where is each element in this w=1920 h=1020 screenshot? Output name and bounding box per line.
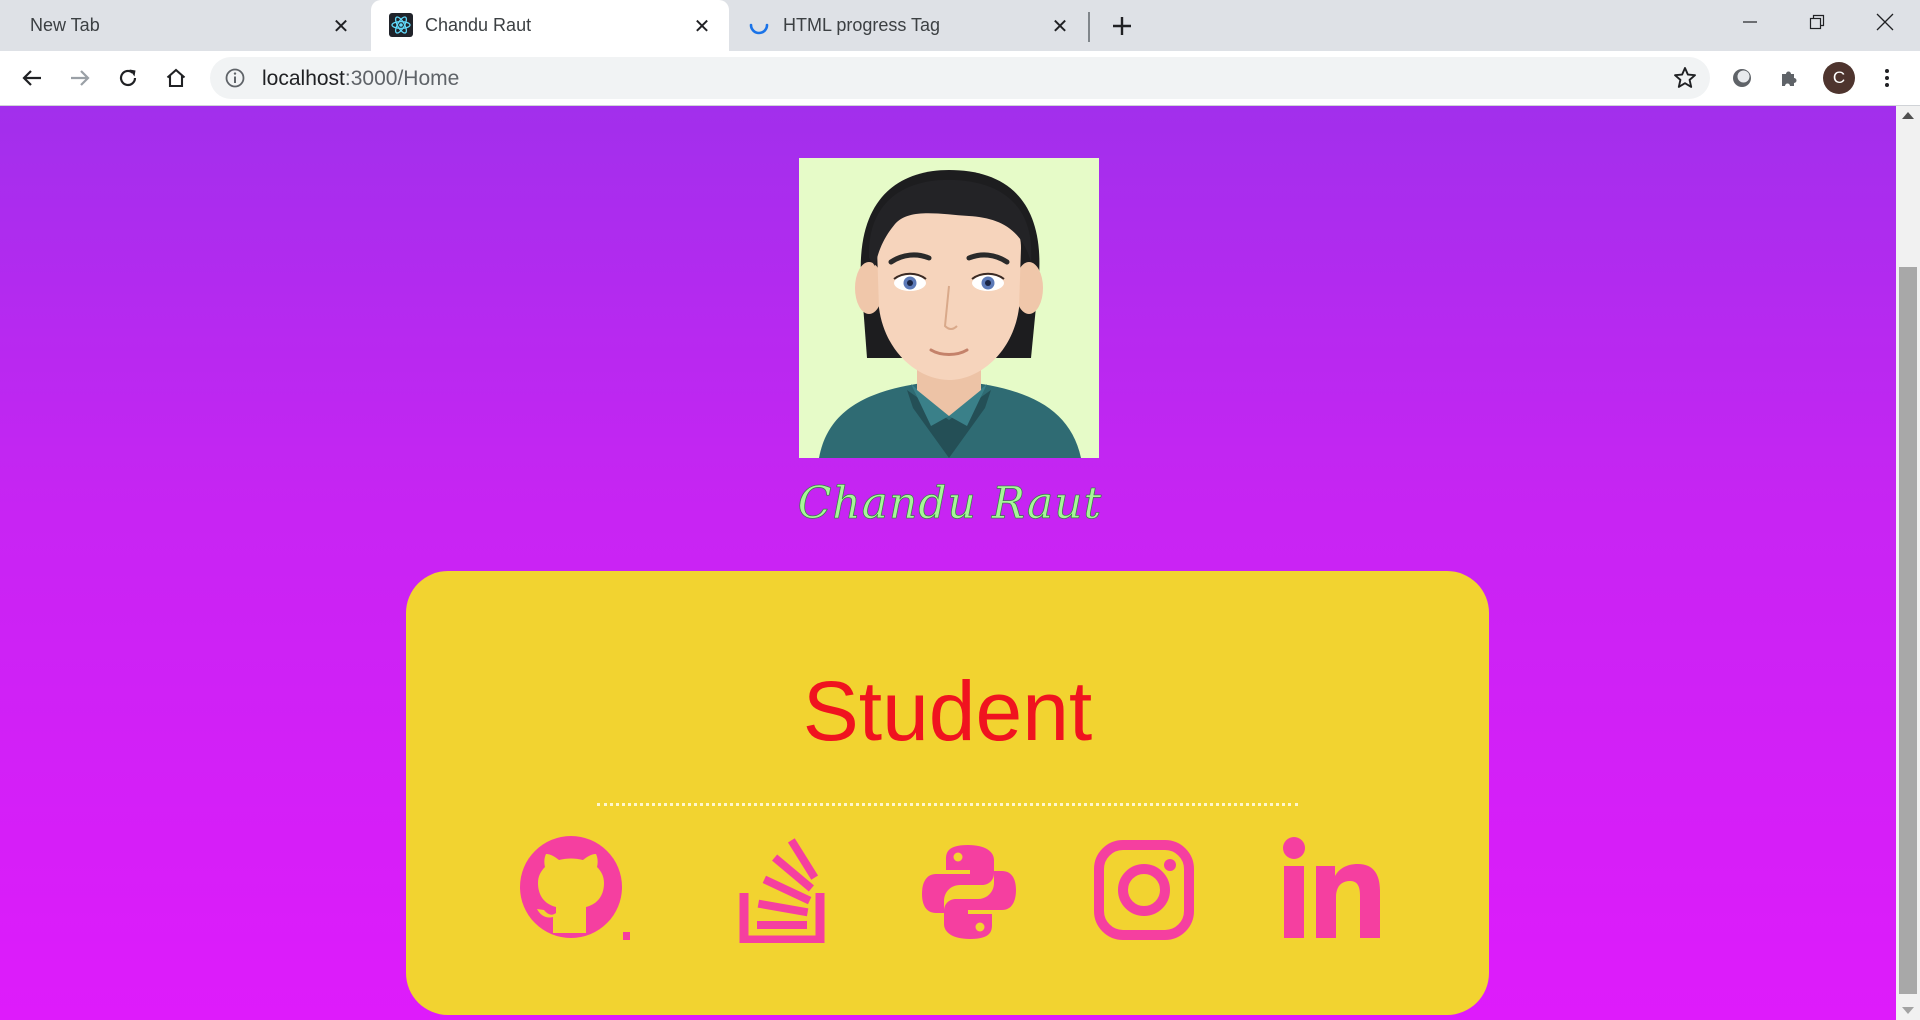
python-icon[interactable] [914, 833, 1024, 943]
home-icon [166, 68, 186, 88]
avatar-illustration [799, 158, 1099, 458]
arrow-right-icon [71, 70, 90, 86]
close-tab-icon[interactable]: ✕ [1049, 15, 1071, 38]
page-viewport: Chandu Raut Student [0, 106, 1896, 1020]
plus-icon [1113, 17, 1131, 35]
forward-button[interactable] [61, 59, 99, 97]
home-button[interactable] [157, 59, 195, 97]
instagram-icon[interactable] [1094, 833, 1204, 943]
info-icon[interactable] [224, 67, 246, 89]
tab-label: New Tab [30, 15, 100, 35]
reload-button[interactable] [109, 59, 147, 97]
card-title: Student [802, 664, 1093, 758]
minimize-icon [1743, 21, 1757, 23]
minimize-button[interactable] [1715, 0, 1785, 44]
url-host: localhost [262, 67, 345, 90]
browser-toolbar: localhost:3000/Home C [0, 51, 1920, 106]
menu-button[interactable] [1868, 59, 1906, 97]
url-text[interactable]: localhost:3000/Home [262, 67, 459, 91]
back-button[interactable] [13, 59, 51, 97]
bookmark-star-icon[interactable] [1672, 65, 1698, 91]
scroll-up-arrow-icon[interactable] [1902, 112, 1914, 119]
profile-card: Student [406, 571, 1489, 1015]
close-tab-icon[interactable]: ✕ [330, 15, 352, 38]
address-bar[interactable]: localhost:3000/Home [210, 57, 1710, 99]
arrow-left-icon [22, 70, 41, 86]
scroll-down-arrow-icon[interactable] [1902, 1007, 1914, 1014]
url-path: :3000/Home [344, 67, 460, 90]
tab-strip: New Tab ✕ Chandu Raut ✕ HTML progress Ta… [0, 0, 1920, 51]
github-icon[interactable] [520, 833, 630, 943]
tab-html-progress-tag[interactable]: HTML progress Tag ✕ [729, 0, 1087, 51]
tab-new-tab[interactable]: New Tab ✕ [0, 0, 368, 51]
close-icon [1876, 13, 1894, 31]
tab-label: Chandu Raut [425, 15, 532, 35]
kebab-menu-icon [1885, 69, 1889, 87]
new-tab-button[interactable] [1105, 9, 1139, 43]
extension-button[interactable] [1723, 59, 1761, 97]
tab-chandu-raut[interactable]: Chandu Raut ✕ [371, 0, 729, 51]
reload-icon [119, 69, 137, 87]
restore-icon [1809, 14, 1825, 30]
tab-label: HTML progress Tag [783, 15, 941, 35]
card-divider [597, 803, 1298, 806]
stackoverflow-icon[interactable] [737, 833, 847, 943]
linkedin-icon[interactable] [1274, 833, 1384, 943]
scroll-thumb[interactable] [1899, 267, 1917, 994]
puzzle-icon [1782, 71, 1797, 86]
close-window-button[interactable] [1850, 0, 1920, 44]
profile-photo [799, 158, 1099, 458]
react-icon [389, 13, 413, 37]
tab-separator [1088, 12, 1090, 42]
profile-name: Chandu Raut [797, 478, 1103, 530]
extension-circle-icon [1733, 69, 1751, 87]
page-scrollbar[interactable] [1896, 106, 1920, 1020]
extensions-menu-button[interactable] [1771, 59, 1809, 97]
loading-spinner-icon [749, 23, 769, 35]
restore-button[interactable] [1782, 0, 1852, 44]
close-tab-icon[interactable]: ✕ [691, 15, 713, 38]
profile-avatar[interactable]: C [1823, 62, 1855, 94]
